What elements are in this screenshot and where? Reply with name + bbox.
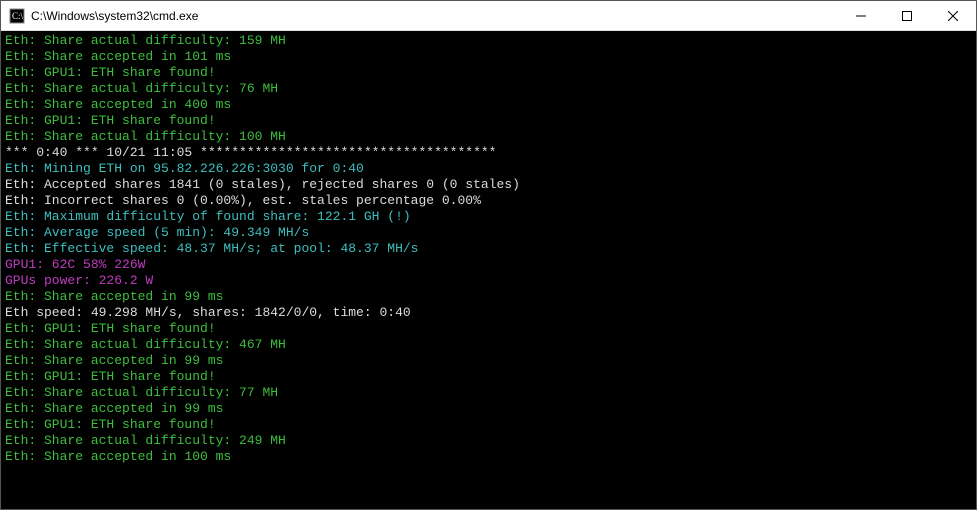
console-line: Eth: Share actual difficulty: 249 MH [5,433,972,449]
console-line: Eth: GPU1: ETH share found! [5,369,972,385]
console-line: Eth: Share actual difficulty: 76 MH [5,81,972,97]
window-controls [838,1,976,30]
maximize-button[interactable] [884,1,930,30]
close-button[interactable] [930,1,976,30]
window-title: C:\Windows\system32\cmd.exe [31,9,838,23]
cmd-icon: C:\ [9,8,25,24]
console-line: GPUs power: 226.2 W [5,273,972,289]
console-line: Eth: Average speed (5 min): 49.349 MH/s [5,225,972,241]
console-line: Eth: GPU1: ETH share found! [5,113,972,129]
cmd-window: C:\ C:\Windows\system32\cmd.exe Eth: Sha… [0,0,977,510]
console-line: Eth: Share actual difficulty: 159 MH [5,33,972,49]
console-line: Eth: Mining ETH on 95.82.226.226:3030 fo… [5,161,972,177]
console-line: Eth: Incorrect shares 0 (0.00%), est. st… [5,193,972,209]
console-line: Eth speed: 49.298 MH/s, shares: 1842/0/0… [5,305,972,321]
console-line: Eth: Maximum difficulty of found share: … [5,209,972,225]
console-line: Eth: Share accepted in 99 ms [5,401,972,417]
console-output[interactable]: Eth: Share actual difficulty: 159 MHEth:… [1,31,976,509]
console-line: Eth: Share actual difficulty: 100 MH [5,129,972,145]
console-line: Eth: Share actual difficulty: 77 MH [5,385,972,401]
console-line: Eth: Share accepted in 100 ms [5,449,972,465]
console-line: Eth: GPU1: ETH share found! [5,321,972,337]
console-line: Eth: GPU1: ETH share found! [5,417,972,433]
console-line: Eth: Share accepted in 400 ms [5,97,972,113]
svg-text:C:\: C:\ [12,11,24,21]
console-line: Eth: Effective speed: 48.37 MH/s; at poo… [5,241,972,257]
console-line: GPU1: 62C 58% 226W [5,257,972,273]
console-line: Eth: Share accepted in 99 ms [5,353,972,369]
minimize-button[interactable] [838,1,884,30]
console-line: Eth: Share accepted in 99 ms [5,289,972,305]
console-line: Eth: Accepted shares 1841 (0 stales), re… [5,177,972,193]
titlebar[interactable]: C:\ C:\Windows\system32\cmd.exe [1,1,976,31]
console-line: Eth: GPU1: ETH share found! [5,65,972,81]
console-line: *** 0:40 *** 10/21 11:05 ***************… [5,145,972,161]
console-line: Eth: Share actual difficulty: 467 MH [5,337,972,353]
console-line: Eth: Share accepted in 101 ms [5,49,972,65]
